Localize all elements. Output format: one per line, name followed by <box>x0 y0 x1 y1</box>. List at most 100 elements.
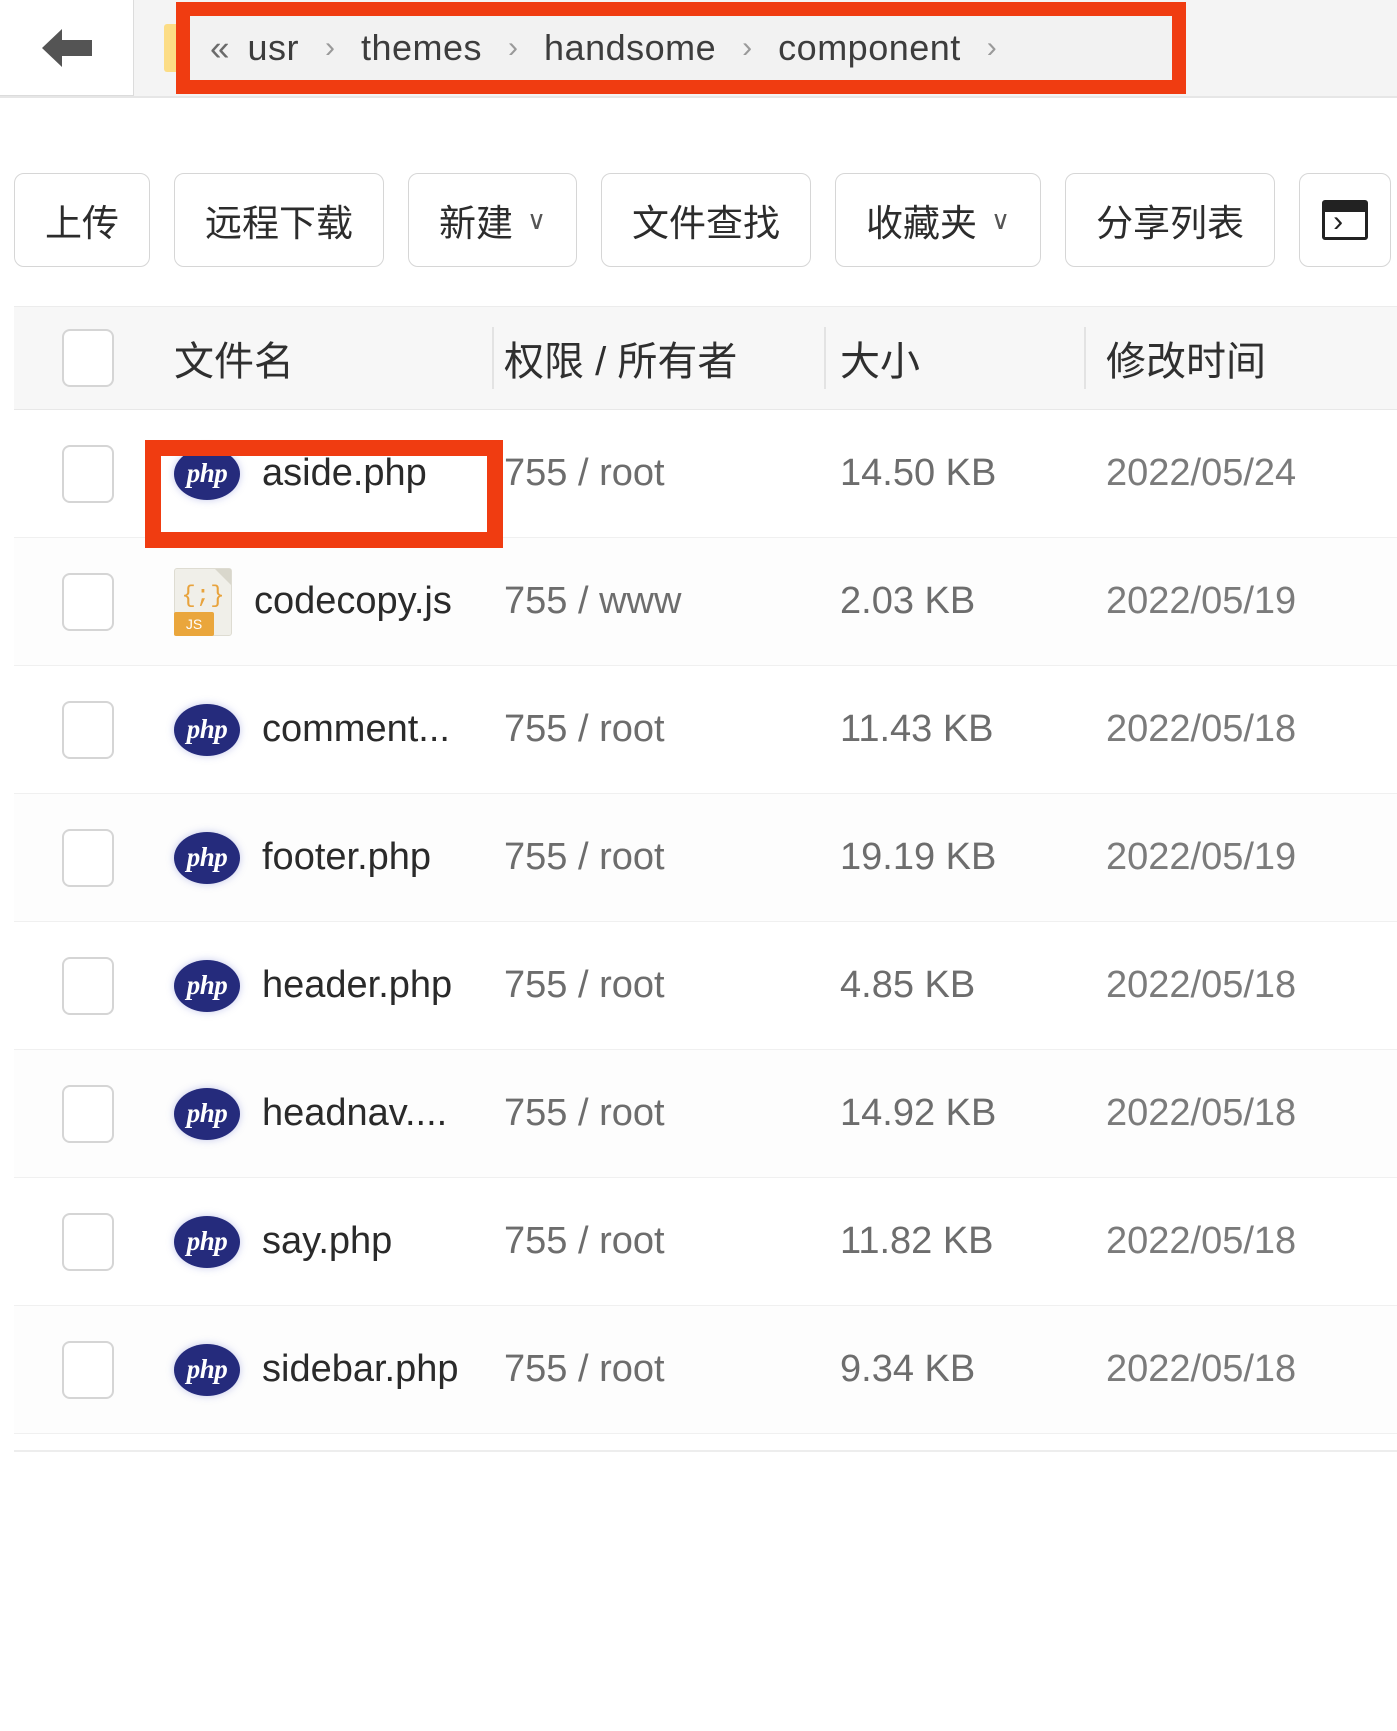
row-filename-cell[interactable]: php comment... <box>162 703 492 756</box>
select-all-cell[interactable] <box>14 329 162 387</box>
js-tag: JS <box>174 611 214 636</box>
remote-download-button[interactable]: 远程下载 <box>174 173 384 267</box>
php-file-icon: php <box>174 1087 240 1140</box>
chevron-down-icon: ∨ <box>991 205 1011 235</box>
row-checkbox[interactable] <box>62 444 114 503</box>
row-select-cell[interactable] <box>14 572 162 631</box>
php-file-icon: php <box>174 703 240 756</box>
js-file-icon: {;} JS <box>174 567 232 636</box>
row-select-cell[interactable] <box>14 828 162 887</box>
table-row[interactable]: php header.php 755 / root 4.85 KB 2022/0… <box>14 922 1397 1050</box>
file-name[interactable]: sidebar.php <box>262 1348 459 1391</box>
file-name[interactable]: aside.php <box>262 452 427 495</box>
row-checkbox[interactable] <box>62 956 114 1015</box>
row-checkbox[interactable] <box>62 1340 114 1399</box>
breadcrumb: « usr › themes › handsome › component › <box>190 16 1172 80</box>
header-size[interactable]: 大小 <box>826 329 1084 387</box>
chevron-right-icon: › <box>324 31 335 64</box>
braces-glyph: {;} <box>181 582 225 610</box>
share-list-button[interactable]: 分享列表 <box>1065 173 1276 267</box>
file-size: 4.85 KB <box>840 964 976 1006</box>
file-modified-time: 2022/05/18 <box>1106 1092 1297 1134</box>
row-select-cell[interactable] <box>14 1340 162 1399</box>
back-button[interactable] <box>0 0 134 96</box>
row-select-cell[interactable] <box>14 956 162 1015</box>
file-permission: 755 / root <box>504 1220 665 1262</box>
breadcrumb-item-themes[interactable]: themes <box>361 27 482 69</box>
file-search-button[interactable]: 文件查找 <box>601 173 812 267</box>
row-filename-cell[interactable]: php footer.php <box>162 831 492 884</box>
file-name[interactable]: headnav.... <box>262 1092 447 1135</box>
row-select-cell[interactable] <box>14 444 162 503</box>
row-checkbox[interactable] <box>62 1212 114 1271</box>
file-size: 14.92 KB <box>840 1092 997 1134</box>
chevron-right-icon: › <box>508 31 519 64</box>
row-select-cell[interactable] <box>14 700 162 759</box>
upload-button[interactable]: 上传 <box>14 173 150 267</box>
row-checkbox[interactable] <box>62 572 114 631</box>
row-checkbox[interactable] <box>62 1084 114 1143</box>
terminal-button[interactable] <box>1299 173 1392 267</box>
header-filename[interactable]: 文件名 <box>162 329 492 387</box>
file-permission: 755 / www <box>504 580 682 622</box>
breadcrumb-collapse-icon[interactable]: « <box>204 31 245 66</box>
row-modified-cell: 2022/05/18 <box>1086 1220 1397 1263</box>
php-file-icon: php <box>174 1215 240 1268</box>
table-row[interactable]: php comment... 755 / root 11.43 KB 2022/… <box>14 666 1397 794</box>
breadcrumb-highlight-annotation: « usr › themes › handsome › component › <box>176 2 1186 94</box>
row-filename-cell[interactable]: {;} JS codecopy.js <box>162 567 492 636</box>
file-size: 19.19 KB <box>840 836 997 878</box>
row-modified-cell: 2022/05/18 <box>1086 964 1397 1007</box>
row-size-cell: 11.82 KB <box>826 1220 1084 1263</box>
table-row[interactable]: php headnav.... 755 / root 14.92 KB 2022… <box>14 1050 1397 1178</box>
chevron-down-icon: ∨ <box>527 205 547 235</box>
file-modified-time: 2022/05/24 <box>1106 452 1297 494</box>
row-permission-cell: 755 / root <box>494 1220 824 1263</box>
chevron-right-icon: › <box>986 31 997 64</box>
file-name[interactable]: say.php <box>262 1220 392 1263</box>
toolbar: 上传 远程下载 新建 ∨ 文件查找 收藏夹 ∨ 分享列表 <box>0 168 1397 272</box>
file-name[interactable]: header.php <box>262 964 452 1007</box>
row-filename-cell[interactable]: php sidebar.php <box>162 1343 492 1396</box>
table-row[interactable]: php footer.php 755 / root 19.19 KB 2022/… <box>14 794 1397 922</box>
php-file-icon: php <box>174 1343 240 1396</box>
file-modified-time: 2022/05/18 <box>1106 1348 1297 1390</box>
file-modified-time: 2022/05/19 <box>1106 580 1297 622</box>
file-size: 14.50 KB <box>840 452 997 494</box>
new-button[interactable]: 新建 ∨ <box>408 173 578 267</box>
row-filename-cell[interactable]: php header.php <box>162 959 492 1012</box>
row-size-cell: 19.19 KB <box>826 836 1084 879</box>
file-permission: 755 / root <box>504 708 665 750</box>
file-name[interactable]: codecopy.js <box>254 580 452 623</box>
table-row[interactable]: php aside.php 755 / root 14.50 KB 2022/0… <box>14 410 1397 538</box>
header-permission-owner[interactable]: 权限 / 所有者 <box>494 329 824 387</box>
table-row[interactable]: php say.php 755 / root 11.82 KB 2022/05/… <box>14 1178 1397 1306</box>
breadcrumb-item-component[interactable]: component <box>778 27 961 69</box>
row-permission-cell: 755 / root <box>494 1348 824 1391</box>
file-name[interactable]: comment... <box>262 708 450 751</box>
favorites-button[interactable]: 收藏夹 ∨ <box>835 173 1042 267</box>
file-table: 文件名 权限 / 所有者 大小 修改时间 php aside.php 755 /… <box>14 306 1397 1434</box>
row-checkbox[interactable] <box>62 828 114 887</box>
header-size-label: 大小 <box>840 340 920 384</box>
row-permission-cell: 755 / www <box>494 580 824 623</box>
table-row[interactable]: {;} JS codecopy.js 755 / www 2.03 KB 202… <box>14 538 1397 666</box>
row-size-cell: 2.03 KB <box>826 580 1084 623</box>
file-permission: 755 / root <box>504 452 665 494</box>
header-modified-label: 修改时间 <box>1106 340 1266 384</box>
row-select-cell[interactable] <box>14 1084 162 1143</box>
terminal-icon <box>1322 200 1369 240</box>
table-row[interactable]: php sidebar.php 755 / root 9.34 KB 2022/… <box>14 1306 1397 1434</box>
breadcrumb-item-handsome[interactable]: handsome <box>544 27 716 69</box>
row-checkbox[interactable] <box>62 700 114 759</box>
select-all-checkbox[interactable] <box>62 329 114 387</box>
row-filename-cell[interactable]: php headnav.... <box>162 1087 492 1140</box>
breadcrumb-item-usr[interactable]: usr <box>247 27 299 69</box>
row-filename-cell[interactable]: php aside.php <box>162 447 492 500</box>
row-filename-cell[interactable]: php say.php <box>162 1215 492 1268</box>
row-size-cell: 9.34 KB <box>826 1348 1084 1391</box>
file-manager-app: « usr › themes › handsome › component › … <box>0 0 1397 1731</box>
file-name[interactable]: footer.php <box>262 836 431 879</box>
header-modified[interactable]: 修改时间 <box>1086 329 1397 387</box>
row-select-cell[interactable] <box>14 1212 162 1271</box>
